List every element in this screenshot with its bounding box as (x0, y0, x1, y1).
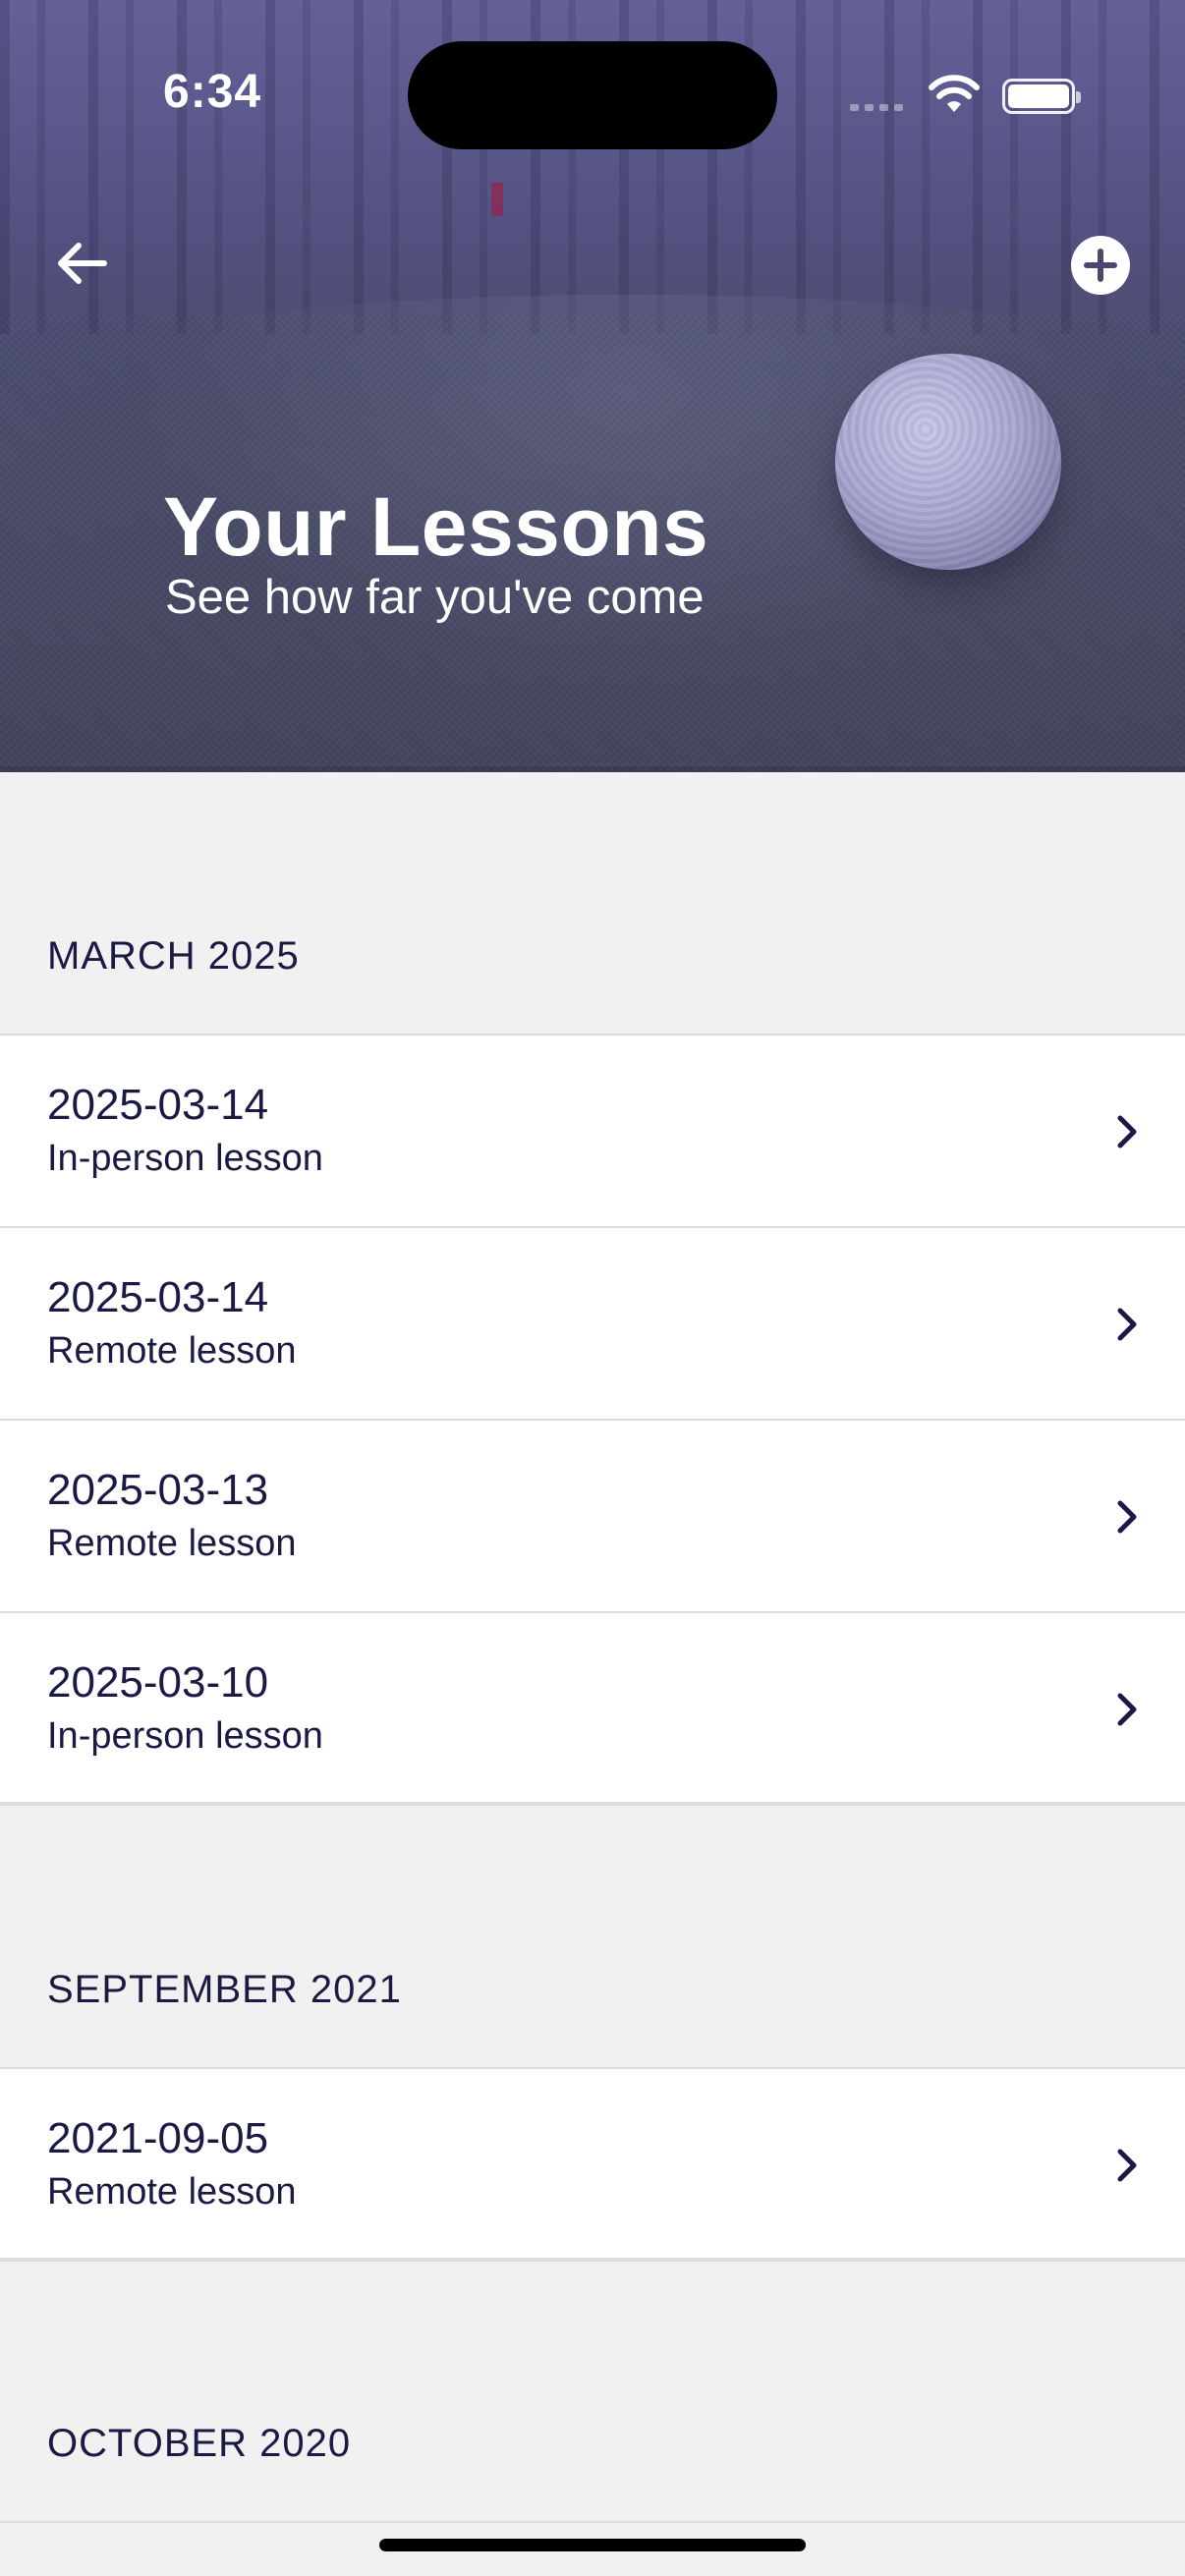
lesson-date: 2025-03-14 (47, 1081, 269, 1129)
lesson-row[interactable]: 2025-03-14 In-person lesson (0, 1034, 1185, 1226)
wifi-icon (929, 75, 980, 112)
back-arrow-icon[interactable] (47, 228, 118, 299)
lesson-type: In-person lesson (47, 1715, 323, 1757)
lesson-row[interactable]: 2025-03-13 Remote lesson (0, 1419, 1185, 1611)
battery-icon (1002, 79, 1081, 114)
chevron-right-icon (1117, 1500, 1137, 1534)
lessons-list: MARCH 2025 2025-03-14 In-person lesson 2… (0, 772, 1185, 2523)
lesson-date: 2021-09-05 (47, 2114, 269, 2162)
hero-background-flag (491, 183, 503, 216)
lesson-type: Remote lesson (47, 2171, 297, 2212)
section-rows (0, 2521, 1185, 2523)
lesson-type: In-person lesson (47, 1138, 323, 1179)
page-title: Your Lessons (163, 480, 709, 573)
dynamic-island (408, 41, 777, 149)
section-rows: 2025-03-14 In-person lesson 2025-03-14 R… (0, 1034, 1185, 1806)
add-lesson-plus-icon[interactable] (1069, 234, 1132, 297)
cellular-signal-icon (850, 104, 903, 111)
lesson-row[interactable]: 2025-03-10 In-person lesson (0, 1611, 1185, 1804)
lesson-row[interactable]: 2021-09-05 Remote lesson (0, 2067, 1185, 2260)
chevron-right-icon (1117, 1115, 1137, 1148)
lesson-date: 2025-03-10 (47, 1658, 269, 1707)
section-header-march-2025: MARCH 2025 (47, 934, 300, 978)
section-rows: 2021-09-05 Remote lesson (0, 2067, 1185, 2262)
section-header-september-2021: SEPTEMBER 2021 (47, 1968, 402, 2011)
lesson-row[interactable]: 2025-03-14 Remote lesson (0, 1226, 1185, 1419)
lesson-date: 2025-03-14 (47, 1273, 269, 1321)
lesson-date: 2025-03-13 (47, 1466, 269, 1514)
lesson-type: Remote lesson (47, 1330, 297, 1372)
status-time: 6:34 (163, 66, 262, 118)
chevron-right-icon (1117, 1693, 1137, 1726)
golf-ball-image (835, 354, 1061, 570)
page-subtitle: See how far you've come (165, 571, 705, 624)
home-indicator[interactable] (379, 2539, 806, 2551)
chevron-right-icon (1117, 1308, 1137, 1341)
chevron-right-icon (1117, 2149, 1137, 2182)
section-header-october-2020: OCTOBER 2020 (47, 2422, 352, 2465)
lesson-type: Remote lesson (47, 1523, 297, 1564)
